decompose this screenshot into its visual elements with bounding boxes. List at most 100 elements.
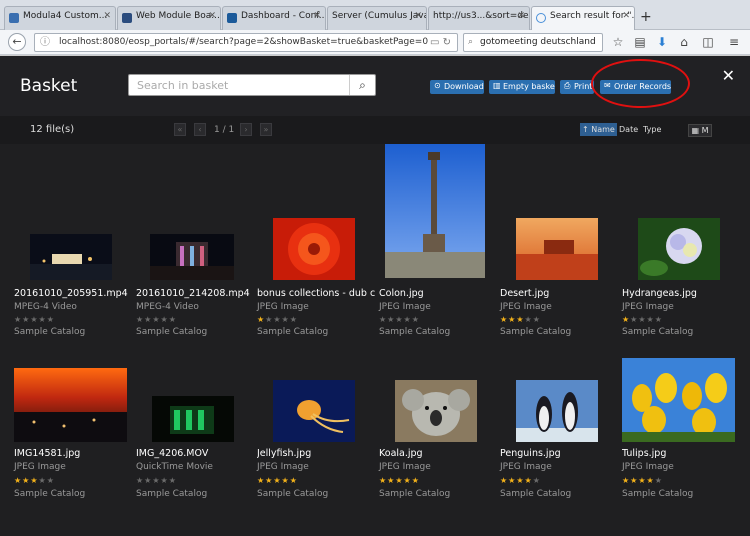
- file-card[interactable]: Colon.jpg JPEG Image ★★★★★ Sample Catalo…: [379, 144, 497, 344]
- browser-tab[interactable]: Modula4 Custom... ✕: [4, 6, 116, 30]
- file-name[interactable]: Penguins.jpg: [500, 448, 618, 459]
- file-type: MPEG-4 Video: [136, 302, 199, 312]
- file-card[interactable]: bonus collections - dub cr... JPEG Image…: [257, 144, 375, 344]
- file-name[interactable]: Hydrangeas.jpg: [622, 288, 740, 299]
- file-card[interactable]: Desert.jpg JPEG Image ★★★★★ Sample Catal…: [500, 144, 618, 344]
- close-tab-icon[interactable]: ✕: [313, 11, 321, 21]
- file-thumbnail[interactable]: [273, 380, 355, 442]
- rating-stars[interactable]: ★★★★★: [622, 315, 663, 324]
- download-button[interactable]: ⊙ Download: [430, 80, 484, 94]
- back-button[interactable]: ←: [8, 33, 26, 51]
- url-bar[interactable]: ⓘ localhost:8080/eosp_portals/#/search?p…: [34, 33, 458, 52]
- file-name[interactable]: Colon.jpg: [379, 288, 497, 299]
- view-size-button[interactable]: ▦ M: [688, 124, 712, 137]
- file-thumbnail[interactable]: [273, 218, 355, 280]
- close-tab-icon[interactable]: ✕: [622, 11, 630, 21]
- file-name[interactable]: Koala.jpg: [379, 448, 497, 459]
- rating-stars[interactable]: ★★★★★: [14, 476, 55, 485]
- bookmark-star-icon[interactable]: ☆: [610, 34, 626, 50]
- prev-page-button[interactable]: ‹: [194, 123, 206, 136]
- file-thumbnail[interactable]: [30, 234, 112, 280]
- close-tab-icon[interactable]: ✕: [517, 11, 525, 21]
- rating-stars[interactable]: ★★★★★: [379, 476, 420, 485]
- grid-view-icon: ▦: [691, 126, 700, 135]
- browser-tab[interactable]: Server (Cumulus Java ... ✕: [327, 6, 427, 30]
- sort-by-date-button[interactable]: Date: [617, 123, 640, 136]
- file-thumbnail[interactable]: [516, 380, 598, 442]
- file-card[interactable]: Jellyfish.jpg JPEG Image ★★★★★ Sample Ca…: [257, 356, 375, 516]
- browser-tab[interactable]: Dashboard - Conf... ✕: [222, 6, 326, 30]
- browser-tab-active[interactable]: Search result for "... ✕: [531, 6, 635, 30]
- basket-search-input[interactable]: [129, 75, 347, 95]
- rating-stars[interactable]: ★★★★★: [500, 315, 541, 324]
- view-size-label: M: [701, 126, 709, 135]
- browser-tab[interactable]: http://us3...&sort=desc ✕: [428, 6, 530, 30]
- file-type: MPEG-4 Video: [14, 302, 77, 312]
- rating-stars[interactable]: ★★★★★: [500, 476, 541, 485]
- file-card[interactable]: IMG14581.jpg JPEG Image ★★★★★ Sample Cat…: [14, 356, 132, 516]
- file-thumbnail[interactable]: [152, 396, 234, 442]
- search-icon[interactable]: ⌕: [349, 75, 375, 95]
- menu-icon[interactable]: ≡: [726, 34, 742, 50]
- file-name[interactable]: Jellyfish.jpg: [257, 448, 375, 459]
- file-thumbnail[interactable]: [622, 358, 735, 442]
- pocket-icon[interactable]: ◫: [700, 34, 716, 50]
- file-card[interactable]: Koala.jpg JPEG Image ★★★★★ Sample Catalo…: [379, 356, 497, 516]
- file-card[interactable]: Tulips.jpg JPEG Image ★★★★★ Sample Catal…: [622, 356, 740, 516]
- rating-stars[interactable]: ★★★★★: [257, 476, 298, 485]
- close-icon[interactable]: ✕: [722, 66, 735, 85]
- file-thumbnail[interactable]: [638, 218, 720, 280]
- new-tab-icon[interactable]: +: [640, 9, 652, 25]
- rating-stars[interactable]: ★★★★★: [622, 476, 663, 485]
- file-card[interactable]: 20161010_205951.mp4 MPEG-4 Video ★★★★★ S…: [14, 144, 132, 344]
- file-type: JPEG Image: [622, 302, 674, 312]
- close-tab-icon[interactable]: ✕: [208, 11, 216, 21]
- reader-view-icon[interactable]: ▭ ↻: [430, 34, 451, 51]
- file-name[interactable]: Desert.jpg: [500, 288, 618, 299]
- file-card[interactable]: Hydrangeas.jpg JPEG Image ★★★★★ Sample C…: [622, 144, 740, 344]
- empty-basket-label: Empty basket: [503, 82, 555, 91]
- file-thumbnail[interactable]: [150, 234, 234, 280]
- browser-tab-bar: Modula4 Custom... ✕ Web Module Boa... ✕ …: [0, 0, 750, 30]
- first-page-button[interactable]: «: [174, 123, 186, 136]
- file-type: JPEG Image: [622, 462, 674, 472]
- rating-stars[interactable]: ★★★★★: [379, 315, 420, 324]
- file-card[interactable]: 20161010_214208.mp4 MPEG-4 Video ★★★★★ S…: [136, 144, 254, 344]
- file-thumbnail[interactable]: [385, 144, 485, 278]
- print-button[interactable]: ⎙ Print: [560, 80, 594, 94]
- site-info-icon[interactable]: ⓘ: [40, 34, 50, 51]
- file-card[interactable]: Penguins.jpg JPEG Image ★★★★★ Sample Cat…: [500, 356, 618, 516]
- close-tab-icon[interactable]: ✕: [414, 11, 422, 21]
- library-icon[interactable]: ▤: [632, 34, 648, 50]
- last-page-button[interactable]: »: [260, 123, 272, 136]
- rating-stars[interactable]: ★★★★★: [257, 315, 298, 324]
- sort-arrow-icon: ↑: [582, 125, 589, 134]
- sort-by-type-button[interactable]: Type: [641, 123, 663, 136]
- download-arrow-icon[interactable]: ⬇: [654, 34, 670, 50]
- browser-tab[interactable]: Web Module Boa... ✕: [117, 6, 221, 30]
- next-page-button[interactable]: ›: [240, 123, 252, 136]
- file-thumbnail[interactable]: [395, 380, 477, 442]
- page-favicon-icon: [122, 13, 132, 23]
- file-name[interactable]: IMG14581.jpg: [14, 448, 132, 459]
- tab-label: Server (Cumulus Java ...: [332, 11, 426, 21]
- file-card[interactable]: IMG_4206.MOV QuickTime Movie ★★★★★ Sampl…: [136, 356, 254, 516]
- rating-stars[interactable]: ★★★★★: [136, 476, 177, 485]
- file-catalog: Sample Catalog: [379, 327, 451, 337]
- file-thumbnail[interactable]: [516, 218, 598, 280]
- file-name[interactable]: IMG_4206.MOV: [136, 448, 254, 459]
- file-name[interactable]: Tulips.jpg: [622, 448, 740, 459]
- file-name[interactable]: 20161010_205951.mp4: [14, 288, 132, 299]
- file-name[interactable]: 20161010_214208.mp4: [136, 288, 254, 299]
- file-name[interactable]: bonus collections - dub cr...: [257, 288, 375, 299]
- browser-search-field[interactable]: ⌕ gotomeeting deutschland: [463, 33, 603, 52]
- rating-stars[interactable]: ★★★★★: [14, 315, 55, 324]
- home-icon[interactable]: ⌂: [676, 34, 692, 50]
- sort-by-name-button[interactable]: ↑ Name: [580, 123, 617, 136]
- close-tab-icon[interactable]: ✕: [103, 11, 111, 21]
- rating-stars[interactable]: ★★★★★: [136, 315, 177, 324]
- tab-label: http://us3...&sort=desc: [433, 11, 530, 21]
- empty-basket-button[interactable]: ▥ Empty basket: [489, 80, 555, 94]
- page-favicon-icon: [227, 13, 237, 23]
- file-thumbnail[interactable]: [14, 368, 127, 442]
